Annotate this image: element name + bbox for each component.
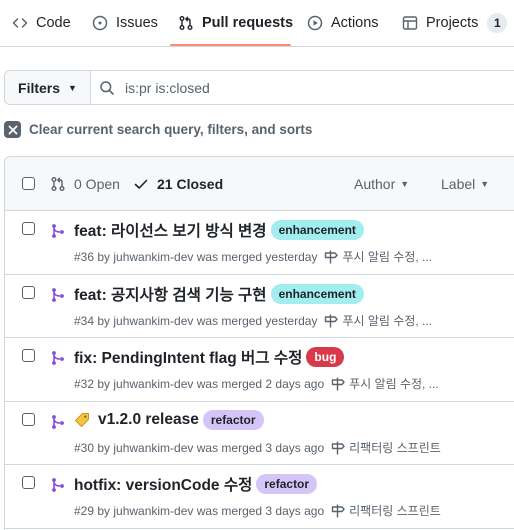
label-badge[interactable]: refactor bbox=[256, 474, 318, 494]
list-header: 0 Open 21 Closed Author ▼ Label ▼ bbox=[5, 157, 514, 211]
row-checkbox[interactable] bbox=[22, 476, 35, 489]
git-pull-request-icon bbox=[51, 177, 65, 191]
clear-filters-label: Clear current search query, filters, and… bbox=[29, 122, 313, 137]
pull-request-meta-text: #30 by juhwankim-dev was merged 3 days a… bbox=[74, 440, 325, 455]
tab-projects[interactable]: Projects 1 bbox=[402, 0, 508, 46]
triangle-down-icon: ▼ bbox=[68, 82, 77, 93]
tab-code[interactable]: Code bbox=[12, 0, 71, 46]
row-checkbox[interactable] bbox=[22, 286, 35, 299]
row-checkbox[interactable] bbox=[22, 413, 35, 426]
label-badge[interactable]: bug bbox=[306, 347, 345, 367]
filter-bar: Filters ▼ bbox=[4, 70, 514, 105]
pull-request-title[interactable]: feat: 공지사항 검색 기능 구현 bbox=[74, 283, 267, 305]
tab-projects-label: Projects bbox=[426, 15, 479, 31]
search-input[interactable] bbox=[125, 79, 485, 96]
pull-request-meta: #29 by juhwankim-dev was merged 3 days a… bbox=[74, 502, 441, 519]
label-dropdown-label: Label bbox=[441, 176, 476, 192]
label-badge[interactable]: enhancement bbox=[270, 220, 364, 240]
clear-filters-link[interactable]: Clear current search query, filters, and… bbox=[4, 121, 312, 138]
pull-request-meta: #34 by juhwankim-dev was merged yesterda… bbox=[74, 312, 432, 329]
triangle-down-icon: ▼ bbox=[480, 179, 490, 189]
milestone-link[interactable]: 리팩터링 스프린트 bbox=[330, 439, 441, 456]
pull-request-meta: #30 by juhwankim-dev was merged 3 days a… bbox=[74, 439, 441, 456]
filters-button-label: Filters bbox=[18, 79, 61, 96]
milestone-icon bbox=[325, 314, 339, 327]
closed-count-label: 21 Closed bbox=[157, 176, 224, 192]
closed-filter-link[interactable]: 21 Closed bbox=[133, 157, 223, 211]
filters-button[interactable]: Filters ▼ bbox=[5, 71, 91, 104]
milestone-label: 푸시 알림 수정, ... bbox=[349, 377, 439, 391]
tab-issues-label: Issues bbox=[116, 15, 158, 31]
pull-request-meta: #32 by juhwankim-dev was merged 2 days a… bbox=[74, 375, 439, 392]
pull-request-row[interactable]: hotfix: versionCode 수정 refactor #29 by j… bbox=[5, 465, 514, 529]
git-merge-icon bbox=[52, 478, 64, 492]
tab-actions-label: Actions bbox=[331, 15, 379, 31]
git-merge-icon bbox=[52, 288, 64, 302]
pull-request-title-line: feat: 공지사항 검색 기능 구현 enhancement bbox=[74, 283, 364, 305]
open-count-label: 0 Open bbox=[74, 176, 120, 192]
milestone-link[interactable]: 푸시 알림 수정, ... bbox=[323, 248, 432, 265]
search-area[interactable] bbox=[91, 71, 514, 104]
projects-count: 1 bbox=[487, 13, 508, 33]
milestone-link[interactable]: 푸시 알림 수정, ... bbox=[330, 375, 439, 392]
pull-request-title[interactable]: fix: PendingIntent flag 버그 수정 bbox=[74, 346, 302, 368]
pull-request-title[interactable]: feat: 라이선스 보기 방식 변경 bbox=[74, 219, 267, 241]
pull-request-row[interactable]: v1.2.0 release refactor #30 by juhwankim… bbox=[5, 402, 514, 465]
pull-request-row[interactable]: fix: PendingIntent flag 버그 수정 bug #32 by… bbox=[5, 338, 514, 402]
pull-request-title-line: hotfix: versionCode 수정 refactor bbox=[74, 473, 318, 495]
pull-request-title-line: fix: PendingIntent flag 버그 수정 bug bbox=[74, 346, 345, 368]
author-dropdown[interactable]: Author ▼ bbox=[354, 157, 409, 211]
label-badge[interactable]: refactor bbox=[202, 410, 264, 430]
milestone-label: 리팩터링 스프린트 bbox=[349, 504, 441, 518]
pull-request-list: 0 Open 21 Closed Author ▼ Label ▼ feat: … bbox=[4, 156, 514, 530]
label-tag-icon bbox=[75, 413, 89, 427]
x-icon bbox=[4, 121, 21, 138]
milestone-icon bbox=[331, 504, 345, 517]
pull-request-meta-text: #34 by juhwankim-dev was merged yesterda… bbox=[74, 313, 318, 328]
pull-request-meta-text: #36 by juhwankim-dev was merged yesterda… bbox=[74, 249, 318, 264]
pull-request-title[interactable]: v1.2.0 release bbox=[98, 411, 199, 429]
table-icon bbox=[402, 16, 418, 30]
milestone-label: 리팩터링 스프린트 bbox=[349, 441, 441, 455]
pull-request-row[interactable]: feat: 라이선스 보기 방식 변경 enhancement #36 by j… bbox=[5, 211, 514, 275]
tab-pull-requests-label: Pull requests bbox=[202, 15, 294, 31]
git-merge-icon bbox=[52, 224, 64, 238]
active-tab-underline bbox=[170, 44, 291, 46]
pull-request-row[interactable]: feat: 공지사항 검색 기능 구현 enhancement #34 by j… bbox=[5, 275, 514, 338]
pull-request-meta-text: #32 by juhwankim-dev was merged 2 days a… bbox=[74, 376, 325, 391]
label-badge[interactable]: enhancement bbox=[270, 284, 364, 304]
milestone-icon bbox=[331, 377, 345, 390]
issue-opened-icon bbox=[92, 15, 108, 31]
label-dropdown[interactable]: Label ▼ bbox=[441, 157, 489, 211]
milestone-link[interactable]: 푸시 알림 수정, ... bbox=[323, 312, 432, 329]
milestone-label: 푸시 알림 수정, ... bbox=[342, 250, 433, 264]
milestone-link[interactable]: 리팩터링 스프린트 bbox=[330, 502, 441, 519]
row-checkbox[interactable] bbox=[22, 222, 35, 235]
pull-request-title-line: feat: 라이선스 보기 방식 변경 enhancement bbox=[74, 219, 364, 241]
repo-nav: Code Issues Pull requests Actions Projec… bbox=[0, 0, 514, 47]
git-merge-icon bbox=[52, 351, 64, 365]
pull-request-meta: #36 by juhwankim-dev was merged yesterda… bbox=[74, 248, 432, 265]
triangle-down-icon: ▼ bbox=[400, 179, 410, 189]
tab-code-label: Code bbox=[36, 15, 71, 31]
milestone-label: 푸시 알림 수정, ... bbox=[342, 314, 433, 328]
tab-pull-requests[interactable]: Pull requests bbox=[178, 0, 293, 46]
milestone-icon bbox=[331, 441, 345, 454]
play-icon bbox=[307, 15, 323, 31]
tab-actions[interactable]: Actions bbox=[307, 0, 379, 46]
open-filter-link[interactable]: 0 Open bbox=[50, 157, 120, 211]
milestone-icon bbox=[325, 250, 339, 263]
row-checkbox[interactable] bbox=[22, 349, 35, 362]
select-all-checkbox[interactable] bbox=[22, 177, 35, 190]
code-icon bbox=[12, 18, 28, 28]
tab-issues[interactable]: Issues bbox=[92, 0, 158, 46]
pull-request-title-line: v1.2.0 release refactor bbox=[74, 410, 264, 430]
check-icon bbox=[134, 179, 148, 189]
search-icon bbox=[100, 80, 114, 95]
git-merge-icon bbox=[52, 415, 64, 429]
pull-request-title[interactable]: hotfix: versionCode 수정 bbox=[74, 473, 252, 495]
pull-request-meta-text: #29 by juhwankim-dev was merged 3 days a… bbox=[74, 503, 325, 518]
git-pull-request-icon bbox=[179, 16, 193, 30]
author-dropdown-label: Author bbox=[354, 176, 396, 192]
